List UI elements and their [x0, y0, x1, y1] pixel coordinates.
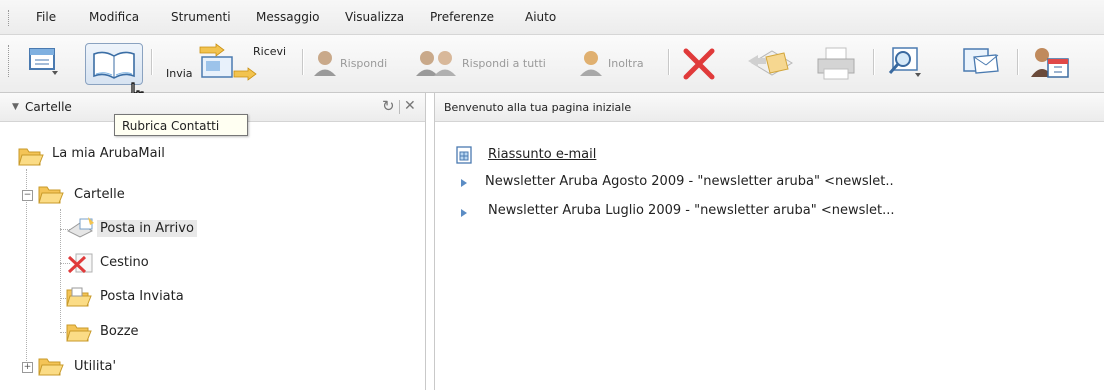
menu-file[interactable]: File — [36, 10, 56, 24]
menu-visualizza[interactable]: Visualizza — [345, 10, 404, 24]
folder-closed-icon — [38, 358, 64, 376]
calendar-button[interactable] — [1028, 45, 1074, 81]
close-icon[interactable]: ✕ — [404, 98, 416, 114]
toolbar-grip — [8, 45, 11, 77]
reply-person-icon — [314, 51, 336, 76]
home-panel-title: Benvenuto alla tua pagina iniziale — [444, 101, 632, 114]
reply-all-people-icon — [416, 51, 456, 76]
header-separator — [399, 100, 400, 114]
bullet-arrow-icon — [461, 209, 467, 217]
folder-open-icon — [18, 148, 44, 166]
send-receive-button[interactable]: Invia Ricevi — [160, 43, 295, 83]
sent-folder-icon — [66, 287, 92, 307]
menu-preferenze[interactable]: Preferenze — [430, 10, 494, 24]
delete-x-icon — [683, 48, 715, 80]
menu-grip — [8, 10, 11, 26]
search-button[interactable] — [885, 45, 929, 81]
menu-modifica[interactable]: Modifica — [89, 10, 139, 24]
collapse-arrow-icon[interactable]: ▼ — [12, 102, 19, 112]
search-icon — [888, 47, 921, 77]
address-book-button[interactable] — [85, 43, 143, 85]
folder-cestino[interactable]: Cestino — [100, 255, 149, 270]
reply-all-button[interactable]: Rispondi a tutti — [415, 49, 565, 77]
new-message-icon — [29, 48, 58, 75]
address-book-icon — [93, 51, 135, 79]
tree-root-arubamail[interactable]: La mia ArubaMail — [52, 146, 165, 161]
refresh-icon[interactable]: ↻ — [382, 97, 395, 115]
new-message-button[interactable] — [26, 45, 68, 81]
toolbar-separator — [302, 49, 304, 75]
move-envelope-icon — [748, 50, 793, 76]
toolbar-separator — [1017, 49, 1019, 75]
expander-collapse-cartelle[interactable]: − — [22, 190, 33, 201]
printer-icon — [817, 47, 855, 80]
tree-line — [60, 209, 61, 329]
inoltra-label: Inoltra — [608, 57, 644, 70]
folder-posta-inviata[interactable]: Posta Inviata — [100, 289, 184, 304]
calendar-person-icon — [1031, 48, 1069, 78]
forward-button[interactable]: Inoltra — [578, 49, 668, 77]
tree-node-cartelle[interactable]: Cartelle — [74, 187, 125, 202]
folder-open-icon — [38, 186, 64, 204]
newsletter-link[interactable]: Newsletter Aruba Agosto 2009 - "newslett… — [485, 174, 894, 189]
menu-strumenti[interactable]: Strumenti — [171, 10, 231, 24]
folders-panel-title: Cartelle — [25, 100, 72, 114]
folder-posta-in-arrivo[interactable]: Posta in Arrivo — [97, 220, 197, 237]
tree-node-utilita[interactable]: Utilita' — [74, 359, 116, 374]
toolbar: Invia Ricevi Rispondi Rispondi a tutti I… — [0, 35, 1104, 93]
rispondi-tutti-label: Rispondi a tutti — [462, 57, 546, 70]
contact-card-icon — [963, 48, 999, 74]
tooltip-rubrica-contatti: Rubrica Contatti — [114, 114, 248, 136]
inbox-icon — [67, 217, 94, 238]
folders-panel: ▼ Cartelle ↻ ✕ La mia ArubaMail − Cartel… — [0, 93, 426, 390]
reply-button[interactable]: Rispondi — [312, 49, 402, 77]
home-panel: Benvenuto alla tua pagina iniziale Riass… — [434, 93, 1104, 390]
toolbar-separator — [873, 49, 875, 75]
toolbar-separator — [668, 49, 670, 75]
print-button[interactable] — [814, 45, 860, 81]
bullet-arrow-icon — [461, 179, 467, 187]
invia-label: Invia — [166, 67, 193, 80]
summary-link[interactable]: Riassunto e-mail — [488, 147, 596, 162]
folder-bozze[interactable]: Bozze — [100, 324, 139, 339]
rispondi-label: Rispondi — [340, 57, 388, 70]
forward-person-icon — [580, 51, 602, 76]
trash-icon — [67, 253, 93, 274]
newsletter-link[interactable]: Newsletter Aruba Luglio 2009 - "newslett… — [488, 203, 895, 218]
summary-icon — [456, 146, 472, 164]
delete-button[interactable] — [680, 45, 720, 81]
contacts-card-button[interactable] — [958, 45, 1004, 81]
menu-bar: File Modifica Strumenti Messaggio Visual… — [0, 0, 1104, 35]
move-button[interactable] — [744, 45, 800, 81]
ricevi-label: Ricevi — [253, 45, 287, 58]
expander-expand-utilita[interactable]: + — [22, 362, 33, 373]
home-panel-header: Benvenuto alla tua pagina iniziale — [435, 93, 1104, 122]
menu-messaggio[interactable]: Messaggio — [256, 10, 320, 24]
drafts-folder-icon — [66, 324, 92, 342]
menu-aiuto[interactable]: Aiuto — [525, 10, 556, 24]
toolbar-separator — [151, 49, 153, 75]
